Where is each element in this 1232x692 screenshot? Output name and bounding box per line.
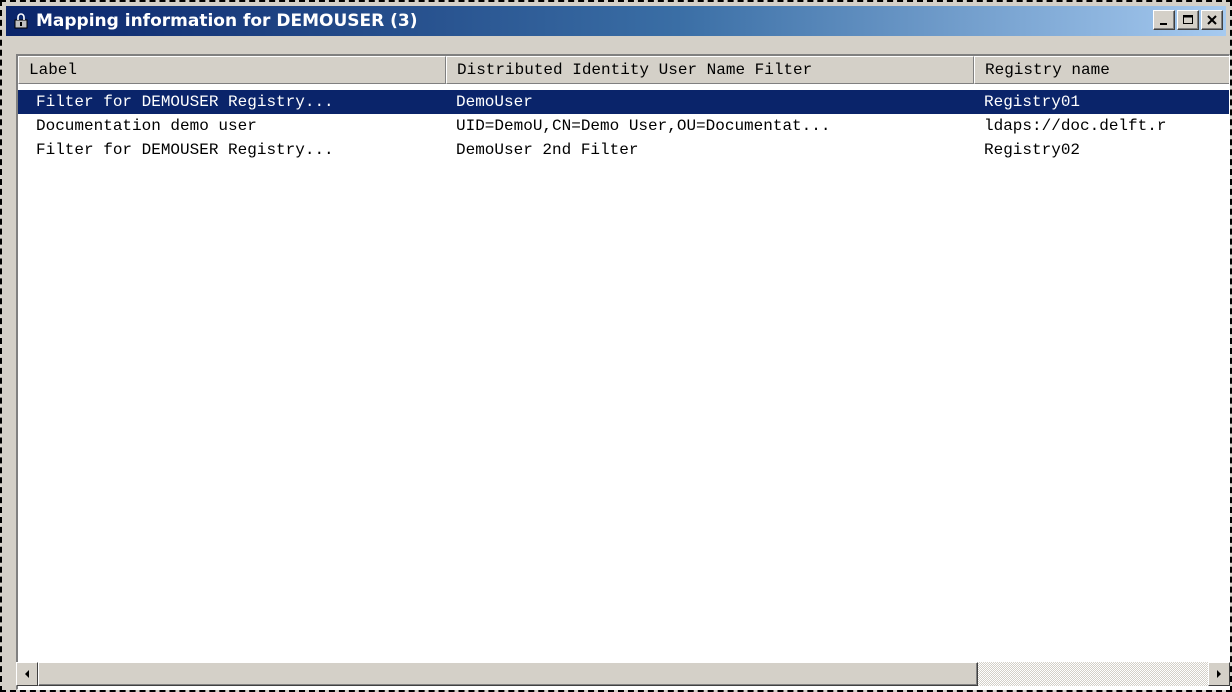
padlock-icon[interactable] [12, 12, 30, 30]
scroll-left-button[interactable] [16, 662, 38, 686]
scroll-right-button[interactable] [1208, 662, 1230, 686]
mapping-window: Mapping information for DEMOUSER (3) Lab… [0, 0, 1232, 692]
row-label: Filter for DEMOUSER Registry... [36, 93, 334, 111]
column-header-registry[interactable]: Registry name [974, 56, 1229, 84]
horizontal-scrollbar[interactable] [16, 662, 1230, 686]
list-row[interactable]: Filter for DEMOUSER Registry... DemoUser… [18, 90, 1229, 114]
list-row[interactable]: Filter for DEMOUSER Registry... DemoUser… [18, 138, 1229, 162]
row-label: Documentation demo user [36, 117, 257, 135]
scrollbar-thumb[interactable] [38, 662, 978, 686]
minimize-button[interactable] [1153, 10, 1175, 30]
row-label: Filter for DEMOUSER Registry... [36, 141, 334, 159]
minimize-icon [1160, 23, 1167, 25]
row-filter: DemoUser [456, 93, 533, 111]
window-controls [1153, 10, 1223, 30]
column-header-label[interactable]: Label [18, 56, 446, 84]
list-row[interactable]: Documentation demo user UID=DemoU,CN=Dem… [18, 114, 1229, 138]
row-registry: Registry02 [984, 141, 1081, 159]
maximize-icon [1183, 15, 1193, 24]
arrow-right-icon [1217, 670, 1221, 678]
row-registry: ldaps://doc.delft.r [984, 117, 1167, 135]
close-icon [1207, 15, 1217, 25]
mapping-list[interactable]: Label Distributed Identity User Name Fil… [16, 54, 1230, 690]
maximize-button[interactable] [1177, 10, 1199, 30]
list-rows: Filter for DEMOUSER Registry... DemoUser… [18, 90, 1229, 162]
row-filter: DemoUser 2nd Filter [456, 141, 639, 159]
title-bar[interactable]: Mapping information for DEMOUSER (3) [6, 6, 1226, 36]
row-registry: Registry01 [984, 93, 1081, 111]
window-title: Mapping information for DEMOUSER (3) [36, 11, 418, 31]
list-header: Label Distributed Identity User Name Fil… [18, 56, 1229, 84]
close-button[interactable] [1201, 10, 1223, 30]
arrow-left-icon [25, 670, 29, 678]
row-filter: UID=DemoU,CN=Demo User,OU=Documentat... [456, 117, 831, 135]
column-header-filter[interactable]: Distributed Identity User Name Filter [446, 56, 974, 84]
